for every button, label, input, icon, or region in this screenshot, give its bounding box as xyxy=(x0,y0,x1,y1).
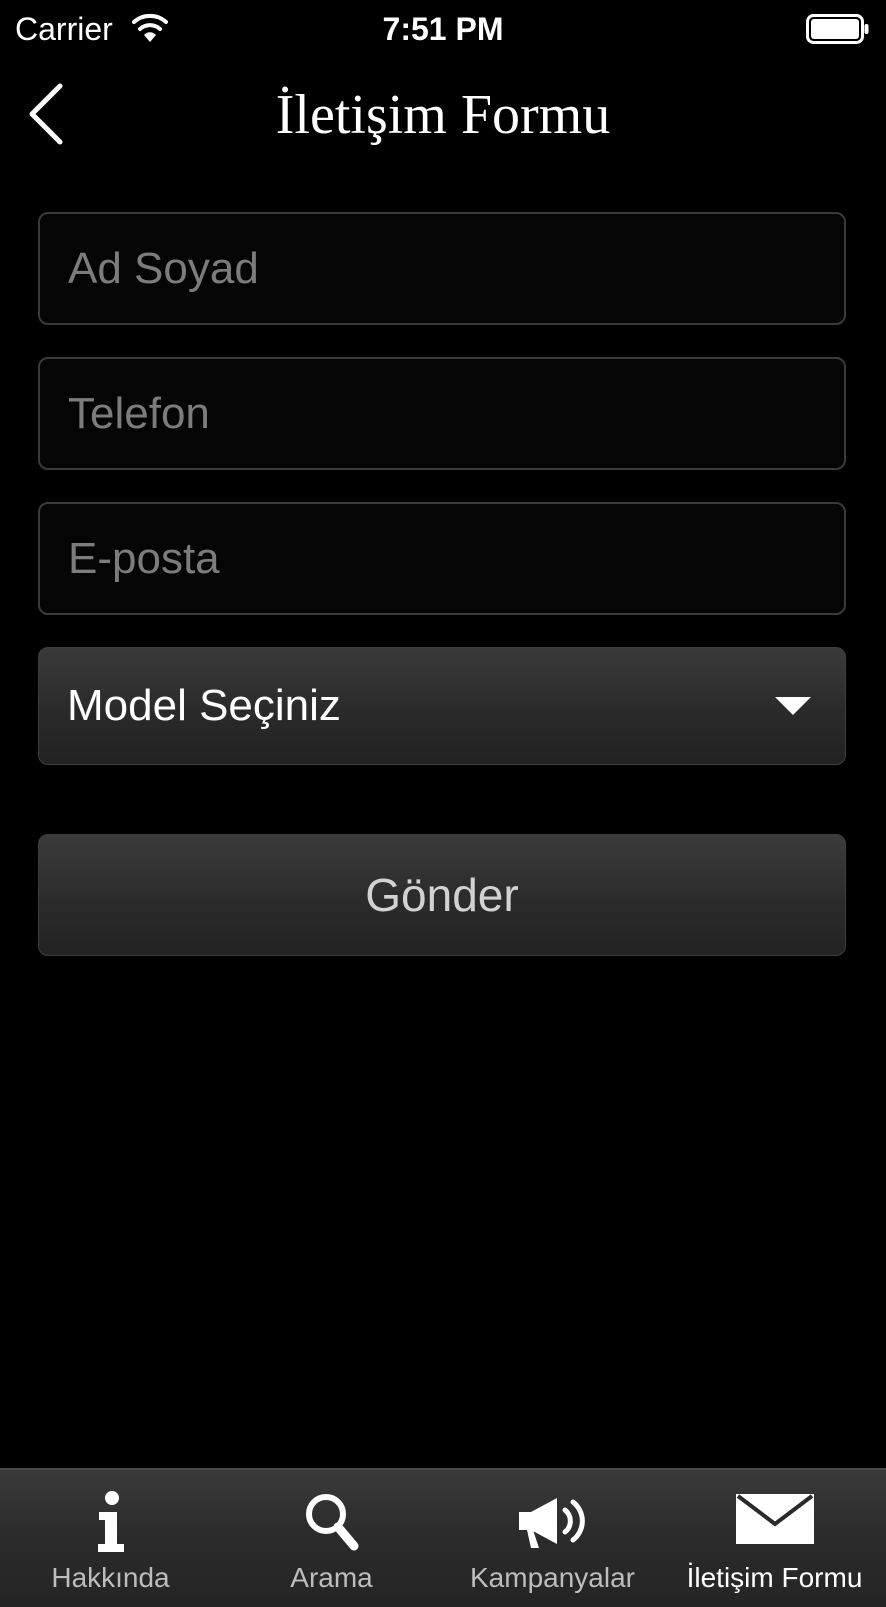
tab-campaigns-label: Kampanyalar xyxy=(470,1562,635,1593)
tab-contact-form-label: İletişim Formu xyxy=(686,1562,863,1593)
model-select-dropdown[interactable]: Model Seçiniz xyxy=(38,647,846,765)
name-field-container xyxy=(38,212,846,325)
info-icon xyxy=(97,1491,124,1552)
navigation-bar: İletişim Formu xyxy=(0,60,886,170)
tab-bar: Hakkında Arama Kampanyalar İletişim Form… xyxy=(0,1468,886,1607)
phone-field-container xyxy=(38,357,846,470)
email-field-container xyxy=(38,502,846,615)
search-icon xyxy=(305,1494,358,1551)
page-title: İletişim Formu xyxy=(275,84,611,146)
battery-icon xyxy=(806,14,869,44)
status-time: 7:51 PM xyxy=(382,11,504,47)
tab-about[interactable]: Hakkında xyxy=(0,1470,221,1607)
name-input[interactable] xyxy=(40,214,844,323)
phone-input[interactable] xyxy=(40,359,844,468)
caret-down-icon xyxy=(775,697,811,715)
tab-contact-form[interactable]: İletişim Formu xyxy=(663,1470,886,1607)
envelope-icon xyxy=(735,1494,814,1544)
chevron-left-icon xyxy=(29,83,63,145)
tab-search[interactable]: Arama xyxy=(221,1470,442,1607)
tab-about-label: Hakkında xyxy=(51,1562,170,1593)
email-input[interactable] xyxy=(40,504,844,613)
megaphone-icon xyxy=(518,1498,585,1548)
status-bar: Carrier 7:51 PM xyxy=(0,0,886,60)
tab-campaigns[interactable]: Kampanyalar xyxy=(442,1470,663,1607)
submit-button[interactable]: Gönder xyxy=(38,834,846,956)
tab-search-label: Arama xyxy=(290,1562,373,1593)
back-button[interactable] xyxy=(20,78,80,148)
model-select-label: Model Seçiniz xyxy=(67,681,341,730)
